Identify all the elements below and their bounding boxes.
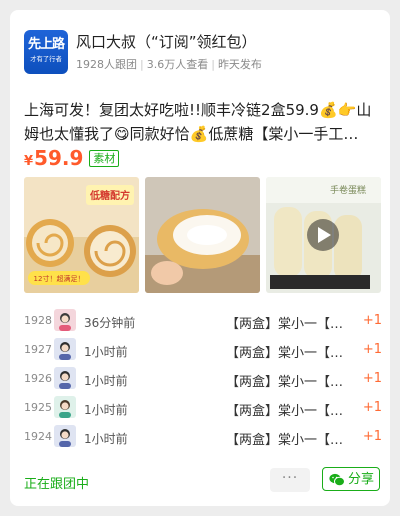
record-product: 【两盒】棠小一【… <box>226 433 344 448</box>
card-footer: 正在跟团中 ··· 分享 <box>24 467 380 496</box>
record-number: 1926 <box>24 372 52 385</box>
avatar <box>54 338 76 360</box>
record-time: 36分钟前 <box>84 316 136 330</box>
views-count: 3.6万人查看 <box>146 58 209 71</box>
currency-symbol: ¥ <box>24 154 34 169</box>
record-quantity: +1 <box>362 429 382 444</box>
cake-roll-video[interactable]: 手卷蛋糕 <box>266 177 381 293</box>
record-quantity: +1 <box>362 400 382 415</box>
avatar <box>54 367 76 389</box>
record-time: 1小时前 <box>84 374 128 388</box>
price: ¥59.9 <box>24 146 83 170</box>
more-options-button[interactable]: ··· <box>270 468 310 492</box>
group-status: 正在跟团中 <box>24 477 90 492</box>
avatar <box>54 425 76 447</box>
record-product: 【两盒】棠小一【… <box>226 404 344 419</box>
meta-divider: | <box>211 58 215 71</box>
record-time: 1小时前 <box>84 345 128 359</box>
record-quantity: +1 <box>362 371 382 386</box>
image-banner-text: 低糖配方 <box>89 189 130 202</box>
record-number: 1928 <box>24 314 52 327</box>
join-record-row[interactable]: 1925 1小时前 【两盒】棠小一【… +1 <box>24 393 386 422</box>
share-label: 分享 <box>348 472 375 487</box>
record-number: 1924 <box>24 430 52 443</box>
material-tag[interactable]: 素材 <box>89 150 120 167</box>
record-quantity: +1 <box>362 313 382 328</box>
post-header: 先上路 才有了行者 风口大叔（“订阅”领红包） 1928人跟团 | 3.6万人查看 |… <box>24 30 380 82</box>
group-buy-card[interactable]: 先上路 才有了行者 风口大叔（“订阅”领红包） 1928人跟团 | 3.6万人查看 |… <box>10 10 390 506</box>
join-records: 1928 36分钟前 【两盒】棠小一【… +1 1927 1小时前 【两盒】棠小… <box>24 306 386 451</box>
price-row: ¥59.9 素材 <box>24 146 120 176</box>
record-time: 1小时前 <box>84 403 128 417</box>
record-quantity: +1 <box>362 342 382 357</box>
join-record-row[interactable]: 1927 1小时前 【两盒】棠小一【… +1 <box>24 335 386 364</box>
price-value: 59.9 <box>34 146 84 170</box>
record-product: 【两盒】棠小一【… <box>226 317 344 332</box>
account-title[interactable]: 风口大叔（“订阅”领红包） <box>76 31 257 52</box>
avatar <box>54 309 76 331</box>
meta-divider: | <box>140 58 144 71</box>
record-number: 1927 <box>24 343 52 356</box>
post-description[interactable]: 上海可发！复团太好吃啦!!顺丰冷链2盒59.9💰👉山姆也太懂我了😋同款好恰💰低蔗… <box>24 98 378 146</box>
account-logo[interactable]: 先上路 才有了行者 <box>24 30 68 74</box>
join-record-row[interactable]: 1924 1小时前 【两盒】棠小一【… +1 <box>24 422 386 451</box>
record-number: 1925 <box>24 401 52 414</box>
join-record-row[interactable]: 1926 1小时前 【两盒】棠小一【… +1 <box>24 364 386 393</box>
logo-line2: 才有了行者 <box>30 55 62 63</box>
cake-roll-photo-1[interactable]: 低糖配方 12寸！超满足！ <box>24 177 139 293</box>
avatar <box>54 396 76 418</box>
logo-line1: 先上路 <box>27 37 65 52</box>
image-gallery: 低糖配方 12寸！超满足！ 手卷蛋糕 <box>24 177 381 293</box>
cake-roll-photo-2[interactable] <box>145 177 260 293</box>
wechat-icon <box>329 472 345 496</box>
post-meta: 1928人跟团 | 3.6万人查看 | 昨天发布 <box>76 56 262 72</box>
followers-count: 1928人跟团 <box>76 58 137 71</box>
record-product: 【两盒】棠小一【… <box>226 346 344 361</box>
join-record-row[interactable]: 1928 36分钟前 【两盒】棠小一【… +1 <box>24 306 386 335</box>
record-time: 1小时前 <box>84 432 128 446</box>
video-brand-text: 手卷蛋糕 <box>330 184 366 196</box>
publish-time: 昨天发布 <box>217 58 262 71</box>
record-product: 【两盒】棠小一【… <box>226 375 344 390</box>
image-badge-text: 12寸！超满足！ <box>34 274 85 283</box>
share-button[interactable]: 分享 <box>322 467 380 491</box>
